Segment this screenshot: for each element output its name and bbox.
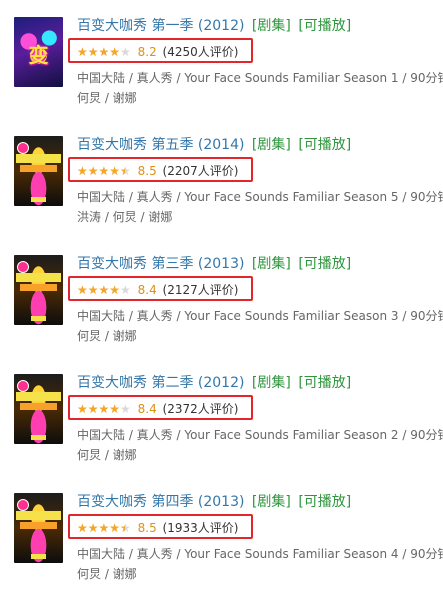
poster-band-icon [16,511,61,520]
poster-band-icon [16,273,61,282]
search-result-item: 百变大咖秀 第三季 (2013) [剧集] [可播放] ★★★★★ ★★★★★ … [14,255,443,365]
cast-info: 洪涛 / 何炅 / 谢娜 [77,210,173,224]
year: (2013) [197,494,245,510]
title-line: 百变大咖秀 第一季 (2012) [剧集] [可播放] [77,17,351,35]
poster-band-icon [16,154,61,163]
cast-info: 何炅 / 谢娜 [77,567,137,581]
title-line: 百变大咖秀 第五季 (2014) [剧集] [可播放] [77,136,351,154]
search-result-item: 百变大咖秀 第四季 (2013) [剧集] [可播放] ★★★★★ ★★★★★ … [14,493,443,603]
rating-stars-icon: ★★★★★ ★★★★★ [77,44,131,59]
meta-info: 中国大陆 / 真人秀 / Your Face Sounds Familiar S… [77,428,443,442]
cast-info: 何炅 / 谢娜 [77,329,137,343]
search-result-item: 百变大咖秀 第五季 (2014) [剧集] [可播放] ★★★★★ ★★★★★ … [14,136,443,246]
tag-playable[interactable]: [可播放] [298,494,351,510]
rating-count: (4250人评价) [162,44,239,59]
year: (2012) [197,18,245,34]
rating-stars-icon: ★★★★★ ★★★★★ [77,163,131,178]
poster-foot-icon [31,435,46,440]
poster-logo-icon: 变 [28,43,49,67]
title-link[interactable]: 百变大咖秀 第三季 [77,256,193,272]
meta-info: 中国大陆 / 真人秀 / Your Face Sounds Familiar S… [77,309,443,323]
poster-foot-icon [31,197,46,202]
search-result-item: 变 百变大咖秀 第一季 (2012) [剧集] [可播放] ★★★★★ ★★★★… [14,17,443,127]
poster-band-icon [20,403,57,410]
rating-score: 8.4 [137,401,157,416]
year: (2014) [197,137,245,153]
rating-stars-icon: ★★★★★ ★★★★★ [77,401,131,416]
poster-badge-icon [17,142,29,154]
year: (2012) [197,375,245,391]
poster-badge-icon [17,380,29,392]
tag-episodes: [剧集] [251,375,291,391]
poster-image[interactable]: 变 [14,17,63,87]
title-link[interactable]: 百变大咖秀 第五季 [77,137,193,153]
meta-info: 中国大陆 / 真人秀 / Your Face Sounds Familiar S… [77,190,443,204]
poster-foot-icon [31,316,46,321]
rating-line: ★★★★★ ★★★★★ 8.5 (1933人评价) [77,519,238,536]
meta-info: 中国大陆 / 真人秀 / Your Face Sounds Familiar S… [77,547,443,561]
poster-image[interactable] [14,255,63,325]
rating-count: (2127人评价) [162,282,239,297]
tag-playable[interactable]: [可播放] [298,137,351,153]
poster-band-icon [20,284,57,291]
poster-band-icon [16,392,61,401]
meta-info: 中国大陆 / 真人秀 / Your Face Sounds Familiar S… [77,71,443,85]
rating-stars-icon: ★★★★★ ★★★★★ [77,520,131,535]
poster-foot-icon [31,554,46,559]
title-line: 百变大咖秀 第四季 (2013) [剧集] [可播放] [77,493,351,511]
cast-info: 何炅 / 谢娜 [77,91,137,105]
poster-badge-icon [17,261,29,273]
tag-episodes: [剧集] [251,18,291,34]
rating-line: ★★★★★ ★★★★★ 8.4 (2127人评价) [77,281,238,298]
title-link[interactable]: 百变大咖秀 第四季 [77,494,193,510]
rating-count: (2372人评价) [162,401,239,416]
year: (2013) [197,256,245,272]
poster-band-icon [20,522,57,529]
title-line: 百变大咖秀 第二季 (2012) [剧集] [可播放] [77,374,351,392]
rating-score: 8.5 [137,163,157,178]
poster-image[interactable] [14,136,63,206]
title-link[interactable]: 百变大咖秀 第二季 [77,375,193,391]
rating-line: ★★★★★ ★★★★★ 8.4 (2372人评价) [77,400,238,417]
tag-playable[interactable]: [可播放] [298,18,351,34]
rating-count: (1933人评价) [162,520,239,535]
title-line: 百变大咖秀 第三季 (2013) [剧集] [可播放] [77,255,351,273]
rating-line: ★★★★★ ★★★★★ 8.2 (4250人评价) [77,43,238,60]
poster-badge-icon [17,499,29,511]
tag-episodes: [剧集] [251,137,291,153]
rating-count: (2207人评价) [162,163,239,178]
poster-band-icon [20,165,57,172]
rating-line: ★★★★★ ★★★★★ 8.5 (2207人评价) [77,162,238,179]
rating-score: 8.5 [137,520,157,535]
rating-score: 8.2 [137,44,157,59]
tag-playable[interactable]: [可播放] [298,375,351,391]
tag-playable[interactable]: [可播放] [298,256,351,272]
tag-episodes: [剧集] [251,256,291,272]
poster-image[interactable] [14,374,63,444]
tag-episodes: [剧集] [251,494,291,510]
rating-score: 8.4 [137,282,157,297]
title-link[interactable]: 百变大咖秀 第一季 [77,18,193,34]
cast-info: 何炅 / 谢娜 [77,448,137,462]
search-result-item: 百变大咖秀 第二季 (2012) [剧集] [可播放] ★★★★★ ★★★★★ … [14,374,443,484]
rating-stars-icon: ★★★★★ ★★★★★ [77,282,131,297]
poster-image[interactable] [14,493,63,563]
